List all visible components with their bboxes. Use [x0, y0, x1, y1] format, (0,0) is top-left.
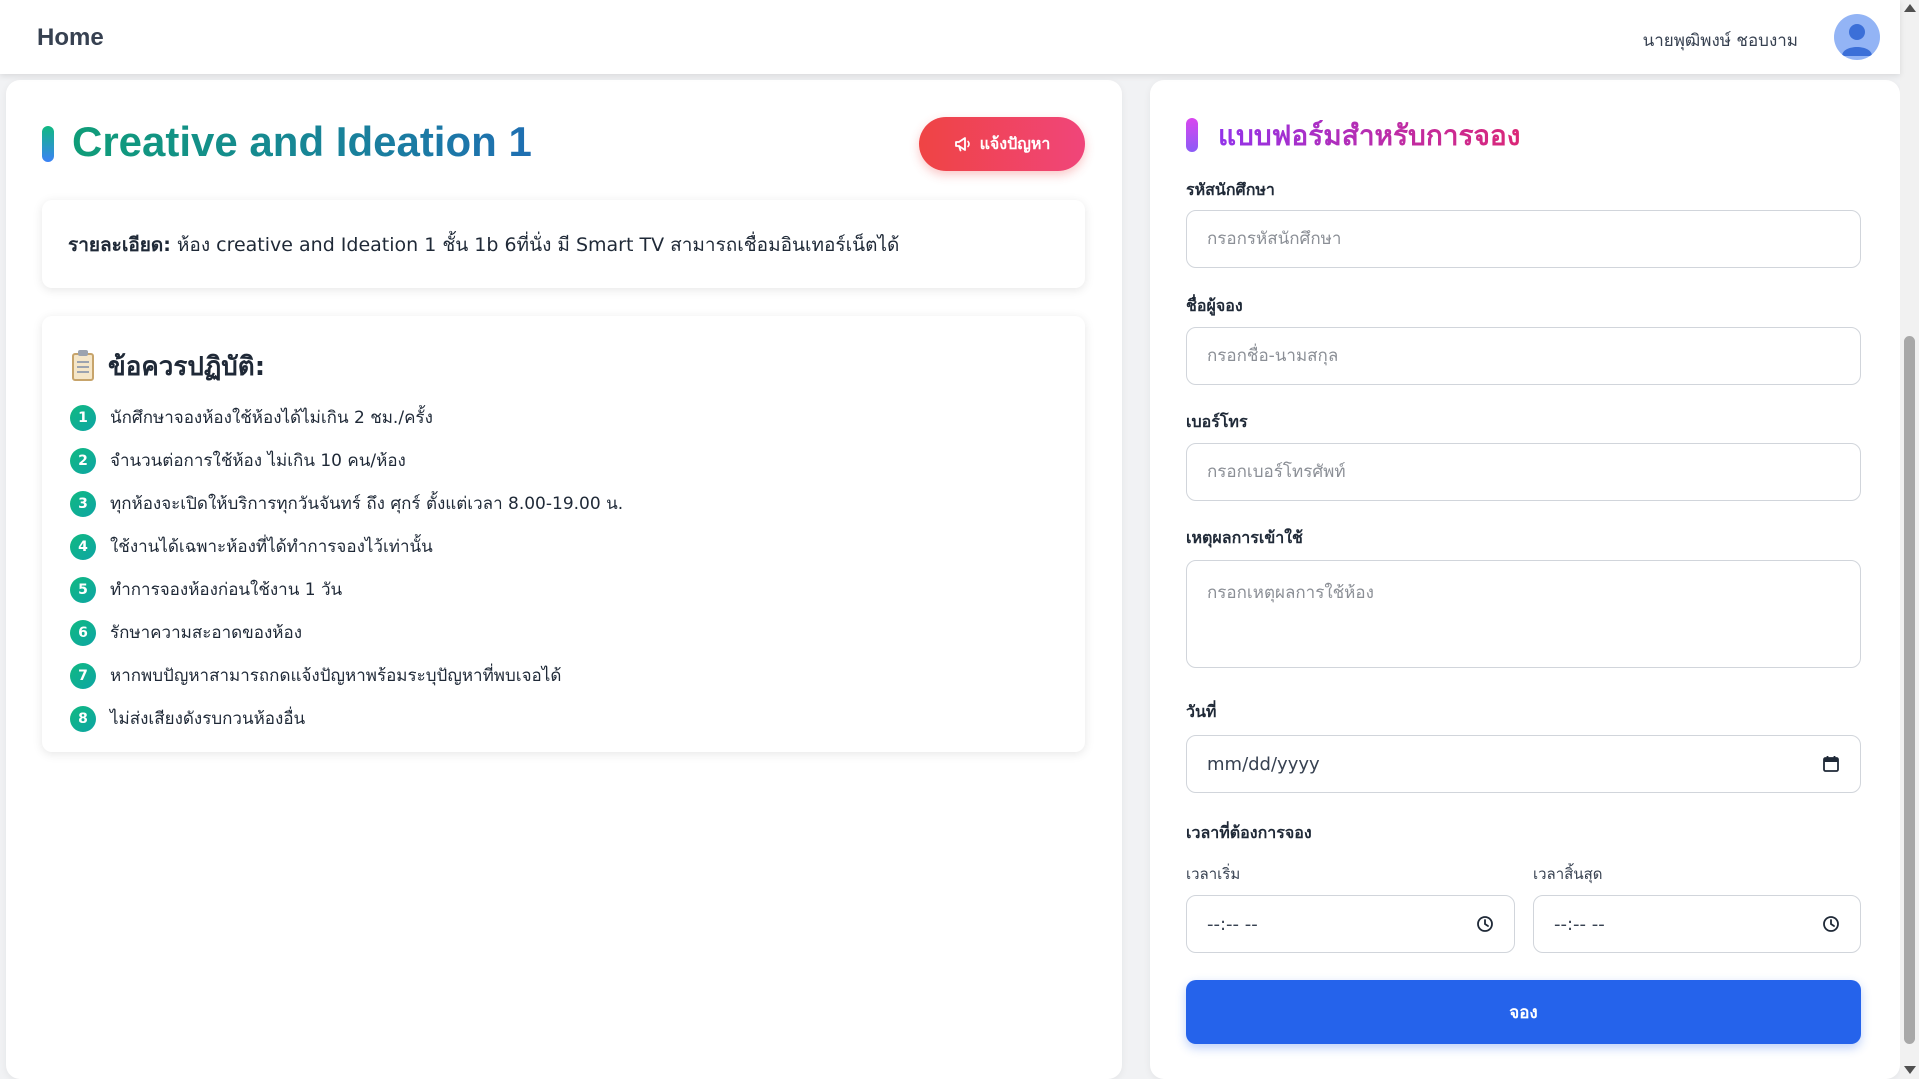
rule-number-badge: 8 — [70, 705, 96, 732]
scrollbar-thumb[interactable] — [1904, 336, 1915, 1044]
rule-text: จำนวนต่อการใช้ห้อง ไม่เกิน 10 คน/ห้อง — [110, 451, 406, 471]
detail-text: ห้อง creative and Ideation 1 ชั้น 1b 6ที… — [170, 234, 900, 256]
rules-list: 1 นักศึกษาจองห้องใช้ห้องได้ไม่เกิน 2 ชม.… — [70, 396, 623, 740]
report-button-label: แจ้งปัญหา — [979, 135, 1051, 153]
end-time-value: --:-- -- — [1554, 913, 1605, 935]
rule-item: 1 นักศึกษาจองห้องใช้ห้องได้ไม่เกิน 2 ชม.… — [70, 396, 623, 439]
rule-item: 8 ไม่ส่งเสียงดังรบกวนห้องอื่น — [70, 697, 623, 740]
rule-item: 5 ทำการจองห้องก่อนใช้งาน 1 วัน — [70, 568, 623, 611]
rule-text: ใช้งานได้เฉพาะห้องที่ได้ทำการจองไว้เท่าน… — [110, 537, 433, 557]
clock-icon[interactable] — [1476, 915, 1494, 933]
rule-text: นักศึกษาจองห้องใช้ห้องได้ไม่เกิน 2 ชม./ค… — [110, 408, 433, 428]
rules-card: ข้อควรปฏิบัติ: 1 นักศึกษาจองห้องใช้ห้องไ… — [42, 316, 1085, 752]
top-navbar: Home นายพุฒิพงษ์ ชอบงาม — [0, 0, 1900, 74]
scroll-down-arrow-icon[interactable] — [1904, 1066, 1916, 1074]
name-input[interactable] — [1186, 327, 1861, 385]
phone-input[interactable] — [1186, 443, 1861, 501]
form-accent-bar — [1186, 118, 1198, 152]
rule-text: หากพบปัญหาสามารถกดแจ้งปัญหาพร้อมระบุปัญห… — [110, 666, 562, 686]
rule-number-badge: 7 — [70, 662, 96, 689]
rule-item: 4 ใช้งานได้เฉพาะห้องที่ได้ทำการจองไว้เท่… — [70, 525, 623, 568]
home-link[interactable]: Home — [37, 24, 104, 52]
start-time-value: --:-- -- — [1207, 913, 1258, 935]
rule-text: ไม่ส่งเสียงดังรบกวนห้องอื่น — [110, 709, 306, 729]
time-label: เวลาที่ต้องการจอง — [1186, 823, 1312, 842]
rule-text: ทุกห้องจะเปิดให้บริการทุกวันจันทร์ ถึง ศ… — [110, 494, 624, 514]
rule-item: 2 จำนวนต่อการใช้ห้อง ไม่เกิน 10 คน/ห้อง — [70, 439, 623, 482]
room-info-panel: Creative and Ideation 1 แจ้งปัญหา รายละเ… — [6, 80, 1122, 1079]
end-time-picker[interactable]: --:-- -- — [1533, 895, 1861, 953]
rule-text: ทำการจองห้องก่อนใช้งาน 1 วัน — [110, 580, 343, 600]
rule-item: 6 รักษาความสะอาดของห้อง — [70, 611, 623, 654]
name-label: ชื่อผู้จอง — [1186, 296, 1243, 315]
room-detail-card: รายละเอียด: ห้อง creative and Ideation 1… — [42, 200, 1085, 288]
reason-label: เหตุผลการเข้าใช้ — [1186, 528, 1303, 547]
end-time-label: เวลาสิ้นสุด — [1533, 865, 1603, 883]
scroll-up-arrow-icon[interactable] — [1904, 4, 1916, 12]
detail-label: รายละเอียด: — [68, 234, 171, 256]
start-time-picker[interactable]: --:-- -- — [1186, 895, 1515, 953]
rule-number-badge: 3 — [70, 490, 96, 517]
report-problem-button[interactable]: แจ้งปัญหา — [919, 117, 1085, 171]
calendar-icon[interactable] — [1822, 755, 1840, 773]
rule-item: 7 หากพบปัญหาสามารถกดแจ้งปัญหาพร้อมระบุปั… — [70, 654, 623, 697]
user-avatar-icon[interactable] — [1834, 14, 1880, 60]
user-name: นายพุฒิพงษ์ ชอบงาม — [1642, 31, 1798, 51]
page-scrollbar[interactable] — [1900, 0, 1919, 1079]
clipboard-icon — [72, 349, 94, 381]
date-picker[interactable]: mm/dd/yyyy — [1186, 735, 1861, 793]
phone-label: เบอร์โทร — [1186, 412, 1248, 431]
rule-text: รักษาความสะอาดของห้อง — [110, 623, 302, 643]
megaphone-icon — [954, 137, 970, 152]
booking-form-panel: แบบฟอร์มสำหรับการจอง รหัสนักศึกษา ชื่อผู… — [1150, 80, 1900, 1079]
student-id-input[interactable] — [1186, 210, 1861, 268]
student-id-label: รหัสนักศึกษา — [1186, 180, 1275, 199]
date-label: วันที่ — [1186, 702, 1217, 721]
clock-icon[interactable] — [1822, 915, 1840, 933]
rules-heading: ข้อควรปฏิบัติ: — [72, 346, 265, 387]
start-time-label: เวลาเริ่ม — [1186, 865, 1241, 883]
title-accent-bar — [42, 126, 54, 162]
rule-number-badge: 1 — [70, 404, 96, 431]
rule-item: 3 ทุกห้องจะเปิดให้บริการทุกวันจันทร์ ถึง… — [70, 482, 623, 525]
rule-number-badge: 5 — [70, 576, 96, 603]
rule-number-badge: 6 — [70, 619, 96, 646]
room-title: Creative and Ideation 1 — [72, 118, 532, 165]
form-title: แบบฟอร์มสำหรับการจอง — [1218, 114, 1520, 158]
book-submit-button[interactable]: จอง — [1186, 980, 1861, 1044]
reason-textarea[interactable] — [1186, 560, 1861, 668]
rule-number-badge: 2 — [70, 447, 96, 474]
rules-heading-text: ข้อควรปฏิบัติ: — [108, 352, 266, 382]
rule-number-badge: 4 — [70, 533, 96, 560]
date-picker-value: mm/dd/yyyy — [1207, 753, 1320, 775]
